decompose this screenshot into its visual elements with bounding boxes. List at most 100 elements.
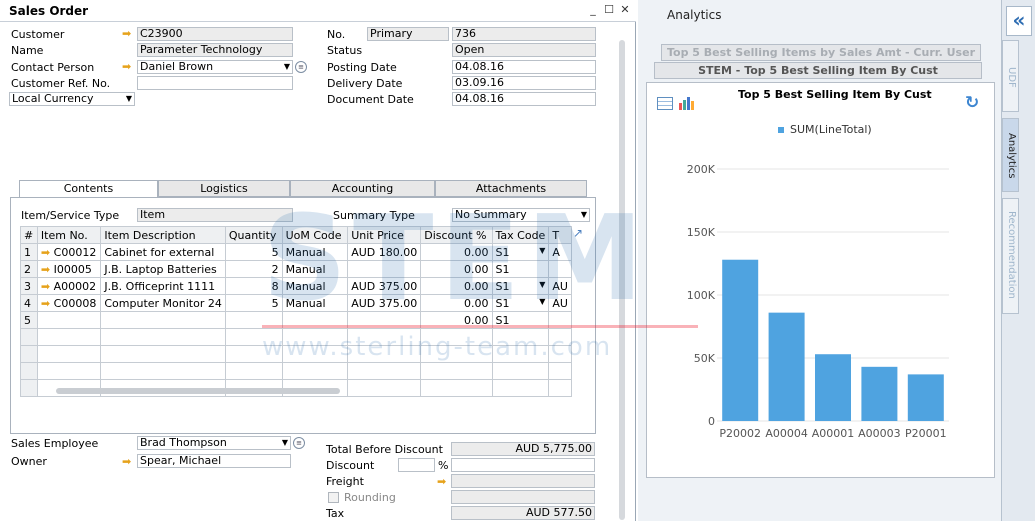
cell-empty[interactable] [420,379,493,397]
cell-empty[interactable] [20,379,38,397]
sidebar-tab-recommendation-label: Recommendation [1006,211,1017,299]
maximize-button[interactable]: ☐ [602,3,616,17]
cell-empty[interactable] [100,362,226,380]
owner-field[interactable]: Spear, Michael [137,454,291,468]
link-arrow-icon[interactable]: ➡ [41,297,54,310]
posting-date-field[interactable]: 04.08.16 [452,60,596,74]
cell-item[interactable]: ➡ C00012 [36,243,102,261]
sales-employee-select[interactable]: Brad Thompson ▼ [137,436,291,450]
discount-percent-field[interactable] [398,458,435,472]
cell-empty[interactable] [20,345,38,363]
bar[interactable] [722,259,759,421]
cell-item[interactable]: ➡ C00008 [36,294,102,312]
legend-swatch [778,127,784,133]
col-header[interactable]: Item No. [36,226,102,244]
watermark-rule [262,325,698,328]
sidebar-tab-analytics[interactable]: Analytics [1002,118,1019,192]
minimize-button[interactable]: _ [586,3,600,17]
details-icon[interactable]: ≡ [293,437,305,449]
chevron-down-icon[interactable]: ▼ [126,93,132,105]
report-tab-best-selling-cust[interactable]: STEM - Top 5 Best Selling Item By Cust [654,62,982,79]
collapse-button[interactable]: « [1006,6,1032,36]
cell-empty[interactable] [100,345,226,363]
series-field[interactable]: Primary [367,27,449,41]
bar[interactable] [861,366,898,421]
cell-empty[interactable] [36,345,102,363]
horizontal-scrollbar[interactable] [56,388,340,394]
table-row[interactable] [20,362,572,380]
x-tick-label: A00003 [858,427,901,440]
cell-empty[interactable] [548,362,572,380]
link-arrow-icon[interactable]: ➡ [122,61,134,72]
link-arrow-icon[interactable]: ➡ [122,28,134,39]
cell-empty[interactable] [491,362,550,380]
cell-empty[interactable] [100,328,226,346]
cell-empty[interactable] [347,379,422,397]
cell-desc[interactable]: Cabinet for external [100,243,226,261]
freight-field[interactable] [451,474,595,488]
cell-empty[interactable] [491,379,550,397]
cell-empty[interactable] [548,379,572,397]
col-header[interactable]: Item Description [100,226,226,244]
name-field[interactable]: Parameter Technology [137,43,293,57]
cell-text: A00002 [53,279,97,293]
cell-text: C00012 [53,245,97,259]
chevron-down-icon[interactable]: ▼ [284,61,290,73]
discount-amount-field[interactable] [451,458,595,472]
refresh-icon[interactable]: ↻ [965,93,979,113]
rounding-checkbox[interactable] [328,492,339,503]
status-field[interactable]: Open [452,43,596,57]
currency-select[interactable]: Local Currency ▼ [9,92,135,106]
cell-empty[interactable] [20,362,38,380]
cell-empty[interactable] [347,362,422,380]
doc-number-field[interactable]: 736 [452,27,596,41]
tax-field[interactable]: AUD 577.50 [451,506,595,520]
cell-text: J.B. Officeprint 1111 [104,279,216,293]
cell-desc[interactable]: J.B. Laptop Batteries [100,260,226,278]
cell-text: I00005 [53,262,92,276]
cell-desc[interactable]: Computer Monitor 24 [100,294,226,312]
sidebar-tab-recommendation[interactable]: Recommendation [1002,198,1019,314]
link-arrow-icon[interactable]: ➡ [41,246,54,259]
sidebar-tab-udf[interactable]: UDF [1002,40,1019,112]
contact-person-field[interactable]: Daniel Brown ▼ [137,60,293,74]
chart-view-icon[interactable] [678,96,695,111]
cell-desc[interactable]: J.B. Officeprint 1111 [100,277,226,295]
x-tick-label: A00004 [765,427,808,440]
total-before-discount-field[interactable]: AUD 5,775.00 [451,442,595,456]
close-button[interactable]: ✕ [618,3,632,17]
chevron-down-icon[interactable]: ▼ [282,437,288,449]
watermark-logo: STEM [262,189,650,327]
tab-contents[interactable]: Contents [19,180,158,198]
customer-field[interactable]: C23900 [137,27,293,41]
contact-person-value: Daniel Brown [140,60,214,73]
details-icon[interactable]: ≡ [295,61,307,73]
cell-empty[interactable] [36,328,102,346]
cell-empty[interactable] [281,362,349,380]
link-arrow-icon[interactable]: ➡ [122,456,134,467]
cell-empty[interactable] [420,362,493,380]
customer-ref-field[interactable] [137,76,293,90]
rounding-label: Rounding [344,491,396,504]
cell-empty[interactable] [36,362,102,380]
cell-item[interactable]: ➡ A00002 [36,277,102,295]
bar[interactable] [815,354,851,421]
table-view-icon[interactable] [657,97,673,110]
col-header[interactable]: # [20,226,38,244]
discount-label: Discount [326,459,375,472]
rounding-field[interactable] [451,490,595,504]
cell-empty[interactable] [20,328,38,346]
link-arrow-icon[interactable]: ➡ [41,280,54,293]
link-arrow-icon[interactable]: ➡ [41,263,54,276]
cell-empty[interactable] [224,362,283,380]
bar[interactable] [768,312,805,421]
delivery-date-field[interactable]: 03.09.16 [452,76,596,90]
cell-item[interactable] [36,311,102,329]
posting-date-label: Posting Date [327,61,397,74]
cell-item[interactable]: ➡ I00005 [36,260,102,278]
link-arrow-icon[interactable]: ➡ [437,476,449,487]
bar[interactable] [907,374,944,421]
document-date-field[interactable]: 04.08.16 [452,92,596,106]
report-tab-sales-amt[interactable]: Top 5 Best Selling Items by Sales Amt - … [661,44,981,61]
cell-desc[interactable] [100,311,226,329]
